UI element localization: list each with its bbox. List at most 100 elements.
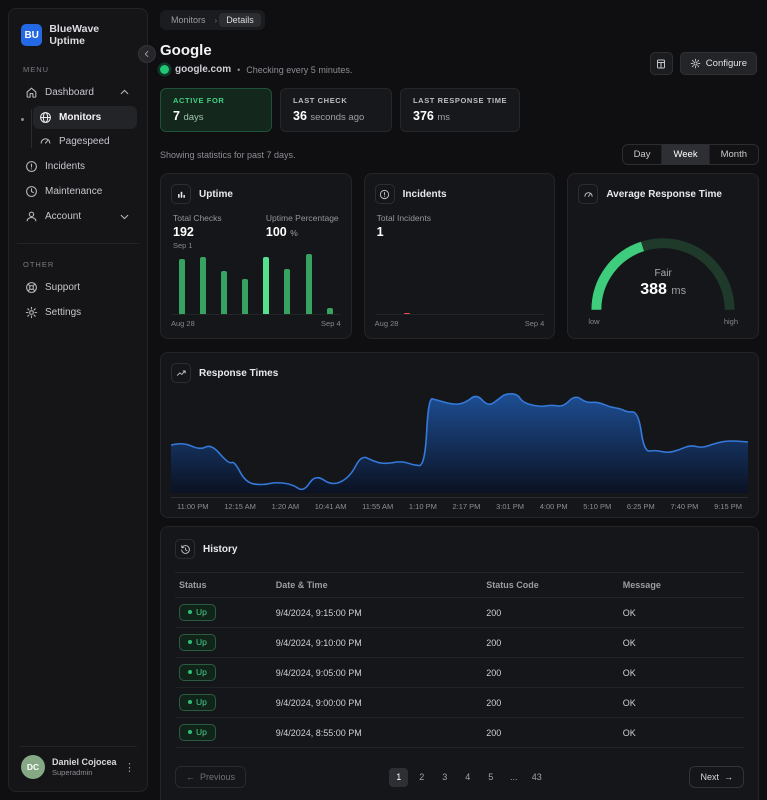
toggle-month[interactable]: Month [710,145,758,164]
status-up-dot [160,65,169,74]
page-number-2[interactable]: 2 [412,768,431,787]
avg-response-card: Average Response Time Fair 388 ms low hi… [567,173,759,339]
x-tick-label: 6:25 PM [626,502,655,511]
next-page-button[interactable]: Next → [689,766,744,788]
sidebar-item-dashboard[interactable]: Dashboard [19,81,137,104]
page-number-1[interactable]: 1 [389,767,409,787]
page-number-3[interactable]: 3 [435,768,454,787]
gauge-unit: ms [671,285,687,298]
total-incidents-label: Total Incidents [376,213,431,223]
bar-sep-3[interactable] [305,254,312,314]
bar-sep-4[interactable] [326,307,333,314]
gauge-status: Fair [654,268,672,280]
chevron-left-icon [144,51,149,57]
toggle-day[interactable]: Day [623,145,663,164]
up-dot [188,700,192,704]
checking-note: Checking every 5 minutes. [246,64,353,75]
table-row[interactable]: Up 9/4/2024, 9:00:00 PM 200 OK [175,687,744,718]
breadcrumb-details[interactable]: Details [219,13,261,27]
history-title: History [203,543,238,555]
bar-aug-28[interactable] [179,259,185,314]
bar-aug-29[interactable] [403,313,410,314]
history-table-header: Status Date & Time Status Code Message [175,572,744,598]
page-number-4[interactable]: 4 [458,768,477,787]
stat-label: LAST CHECK [293,96,348,105]
status-badge: Up [179,604,216,621]
message-cell: OK [618,627,744,658]
app-root: BU BlueWave Uptime MENU Dashboard Monito… [0,0,767,800]
bar-aug-31[interactable] [242,278,249,314]
alert-circle-icon [380,189,390,199]
bar-aug-30[interactable] [221,271,228,314]
sidebar-collapse-button[interactable] [138,45,156,63]
gauge-low-label: low [588,317,600,326]
x-axis-start: Aug 28 [171,319,195,328]
user-menu-kebab-icon[interactable]: ⋮ [124,761,135,774]
incidents-bar-chart[interactable] [374,239,545,315]
up-dot [188,670,192,674]
status-code-cell: 200 [482,627,619,658]
history-icon-box [175,539,195,559]
datetime-cell: 9/4/2024, 9:00:00 PM [271,687,483,718]
table-row[interactable]: Up 9/4/2024, 9:05:00 PM 200 OK [175,657,744,688]
lifebuoy-icon [26,282,37,293]
up-dot [188,730,192,734]
configure-button[interactable]: Configure [679,52,757,75]
column-header: Message [618,572,744,598]
stat-value: 36 [293,109,307,123]
x-tick-label: 3:01 PM [496,502,525,511]
uptime-card-icon-box [171,184,191,204]
sidebar-item-label: Incidents [45,161,86,172]
sidebar-item-support[interactable]: Support [19,276,137,299]
pagination: ← Previous 1 2 3 4 5... 43 Next → [175,766,744,788]
sidebar-item-maintenance[interactable]: Maintenance [19,180,137,203]
sidebar-item-account[interactable]: Account [19,205,137,228]
gear-icon [25,306,38,319]
sidebar-item-label: Dashboard [45,87,94,98]
table-row[interactable]: Up 9/4/2024, 9:10:00 PM 200 OK [175,627,744,658]
history-table: Status Date & Time Status Code Message Up 9/… [175,572,744,748]
sidebar-item-settings[interactable]: Settings [19,301,137,324]
response-times-area-chart[interactable] [171,389,748,497]
stat-last-response-time: LAST RESPONSE TIME 376 ms [400,88,521,132]
stats-row: ACTIVE FOR 7 days LAST CHECK 36 seconds … [160,88,759,132]
user-profile[interactable]: DC Daniel Cojocea Superadmin ⋮ [19,746,137,779]
page-number-5[interactable]: 5 [481,768,500,787]
uptime-pct-unit: % [290,228,298,238]
sidebar-item-label: Settings [45,307,82,318]
x-tick-label: 9:15 PM [714,502,742,511]
table-row[interactable]: Up 9/4/2024, 9:15:00 PM 200 OK [175,597,744,628]
table-row[interactable]: Up 9/4/2024, 8:55:00 PM 200 OK [175,717,744,748]
gauge-value: 388 [640,281,667,299]
history-table-body: Up 9/4/2024, 9:15:00 PM 200 OK Up 9/4/2024, 9… [175,597,744,748]
sidebar-item-label: Pagespeed [59,136,110,147]
x-tick-label: 1:20 AM [271,502,300,511]
bar-sep-1[interactable] [263,256,270,314]
sidebar-item-incidents[interactable]: Incidents [19,155,137,178]
page-number-43[interactable]: 43 [527,768,546,787]
configure-label: Configure [705,58,747,69]
x-tick-label: 10:41 AM [314,502,347,511]
sidebar-item-pagespeed[interactable]: Pagespeed [33,130,137,153]
up-dot [188,610,192,614]
hovered-bar-date: Sep 1 [173,241,193,250]
breadcrumb-monitors[interactable]: Monitors [164,13,213,27]
clock-icon [26,186,37,197]
main-content: Monitors › Details Google google.com • C… [160,8,759,800]
uptime-bar-chart[interactable] [171,253,341,315]
sidebar-item-monitors[interactable]: Monitors [21,106,137,129]
response-times-title: Response Times [199,367,279,379]
bar-sep-2[interactable] [284,269,291,314]
column-header: Status [175,572,272,598]
top-actions: Configure [649,52,757,75]
toggle-week[interactable]: Week [662,145,710,164]
brand-logo: BU [21,24,43,46]
message-cell: OK [618,657,744,688]
report-button[interactable] [649,52,673,75]
previous-page-button[interactable]: ← Previous [175,766,247,788]
x-axis-start: Aug 28 [374,319,399,328]
globe-icon [40,112,51,123]
stat-unit: ms [437,112,451,123]
bar-aug-29[interactable] [200,256,207,314]
period-toggle: Day Week Month [621,144,759,165]
